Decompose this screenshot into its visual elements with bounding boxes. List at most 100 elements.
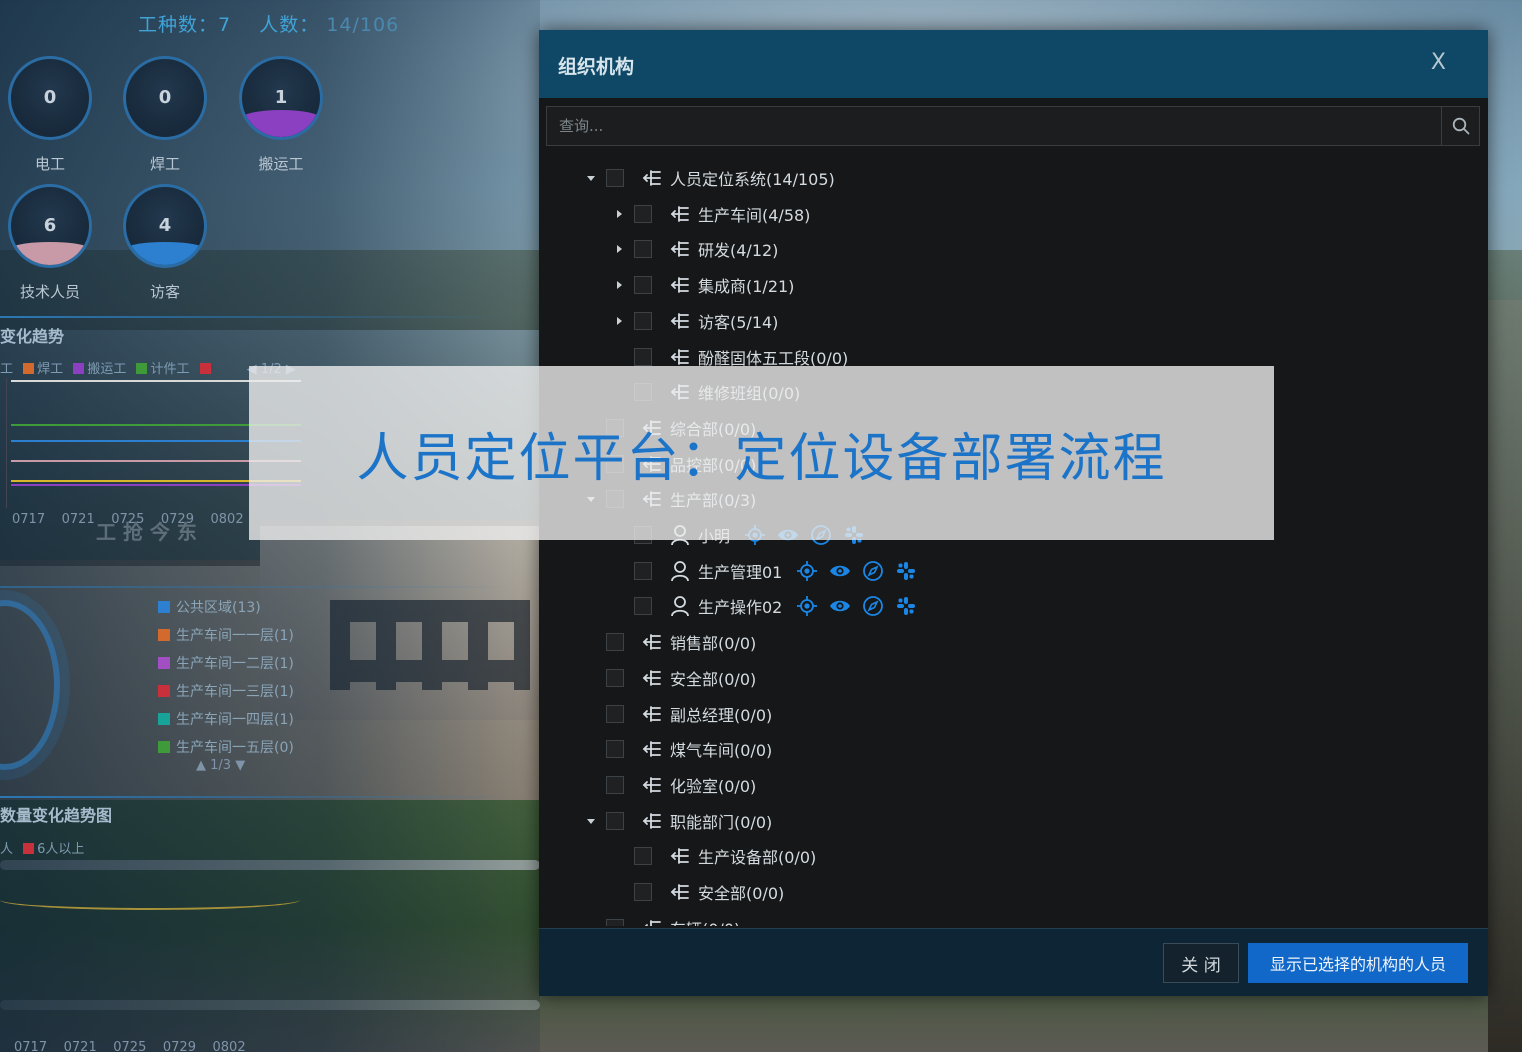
tree-node-label[interactable]: 生产设备部(0/0) [698, 844, 816, 868]
org-icon [670, 311, 690, 331]
tree-user-node[interactable]: 生产管理01 [612, 556, 917, 586]
tree-checkbox[interactable] [634, 204, 652, 223]
tree-checkbox[interactable] [634, 883, 652, 901]
overlay-text: 工 抢 今 东 [96, 520, 197, 544]
close-button[interactable]: 关 闭 [1163, 943, 1239, 983]
org-icon [642, 739, 662, 759]
tree-checkbox[interactable] [634, 276, 652, 295]
gauge: 6 [8, 184, 92, 268]
tree-node-label[interactable]: 职能部门(0/0) [670, 809, 772, 833]
tree-node-label[interactable]: 生产车间(4/58) [698, 202, 810, 226]
locate-icon[interactable] [796, 560, 818, 582]
tree-checkbox[interactable] [606, 740, 624, 759]
tree-checkbox[interactable] [634, 847, 652, 866]
tree-node-label[interactable]: 访客(5/14) [698, 309, 778, 333]
tree-node-label[interactable]: 化验室(0/0) [670, 773, 756, 797]
gauge: 0 [8, 56, 92, 140]
count-trend-title: 数量变化趋势图 [0, 806, 113, 825]
divider [0, 316, 520, 318]
tree-org-node[interactable]: 化验室(0/0) [584, 770, 756, 800]
gauge-value: 0 [43, 87, 57, 108]
eye-icon[interactable] [829, 560, 851, 582]
search-input[interactable] [547, 107, 1442, 145]
dialog-title: 组织机构 [558, 56, 635, 78]
tree-org-node[interactable]: 车辆(0/0) [584, 913, 740, 926]
caret-down-icon[interactable] [584, 814, 598, 828]
legend-label: 公共区域(13) [176, 600, 261, 616]
tree-org-node[interactable]: 集成商(1/21) [612, 270, 794, 300]
tree-node-label[interactable]: 副总经理(0/0) [670, 702, 772, 726]
tree-node-label[interactable]: 安全部(0/0) [698, 880, 784, 904]
tree-org-node[interactable]: 研发(4/12) [612, 234, 778, 264]
area-pager[interactable]: ▲ 1/3 ▼ [196, 758, 245, 773]
tree-org-node[interactable]: 访客(5/14) [612, 306, 778, 336]
tree-org-node[interactable]: 人员定位系统(14/105) [584, 163, 835, 193]
org-tree: 人员定位系统(14/105) 生产车间(4/58) 研发(4/12) 集成商(1/21… [539, 160, 1488, 926]
user-icon [670, 560, 690, 582]
legend-label: 生产车间一五层(0) [176, 740, 294, 756]
legend-item: 6人以上 [37, 842, 85, 857]
tree-org-node[interactable]: 安全部(0/0) [584, 663, 756, 693]
tree-org-node[interactable]: 生产设备部(0/0) [612, 841, 816, 871]
tree-node-label[interactable]: 生产管理01 [698, 559, 782, 583]
tree-node-label[interactable]: 销售部(0/0) [670, 630, 756, 654]
tree-checkbox[interactable] [606, 169, 624, 187]
tree-org-node[interactable]: 煤气车间(0/0) [584, 734, 772, 764]
tree-checkbox[interactable] [634, 597, 652, 616]
tree-node-label[interactable]: 酚醛固体五工段(0/0) [698, 345, 848, 369]
tree-checkbox[interactable] [606, 704, 624, 723]
search-button[interactable] [1441, 107, 1479, 145]
org-icon [642, 811, 662, 831]
tree-node-label[interactable]: 安全部(0/0) [670, 666, 756, 690]
show-selected-members-button[interactable]: 显示已选择的机构的人员 [1248, 943, 1468, 983]
caret-right-icon[interactable] [612, 278, 626, 292]
tree-checkbox[interactable] [634, 561, 652, 580]
caret-right-icon[interactable] [612, 207, 626, 221]
caret-right-icon[interactable] [612, 314, 626, 328]
org-icon [642, 775, 662, 795]
tree-node-label[interactable]: 人员定位系统(14/105) [670, 166, 835, 190]
tree-node-label[interactable]: 生产操作02 [698, 594, 782, 618]
grid-icon[interactable] [895, 595, 917, 617]
eye-icon[interactable] [829, 595, 851, 617]
dialog-footer: 关 闭 显示已选择的机构的人员 [539, 928, 1488, 996]
tree-checkbox[interactable] [606, 775, 624, 794]
caret-right-icon[interactable] [612, 242, 626, 256]
tree-org-node[interactable]: 销售部(0/0) [584, 627, 756, 657]
area-legend: 公共区域(13) 生产车间一一层(1) 生产车间一二层(1) 生产车间一三层(1) 生产… [158, 594, 294, 762]
tree-node-label[interactable]: 煤气车间(0/0) [670, 737, 772, 761]
tree-checkbox[interactable] [634, 240, 652, 259]
caret-spacer [584, 707, 598, 721]
legend-swatch [158, 601, 170, 613]
tree-checkbox[interactable] [634, 347, 652, 366]
caret-down-icon[interactable] [584, 171, 598, 185]
tree-org-node[interactable]: 副总经理(0/0) [584, 699, 772, 729]
gauge-value: 6 [43, 215, 57, 236]
tree-node-label[interactable]: 研发(4/12) [698, 237, 778, 261]
gauge-label: 技术人员 [19, 283, 80, 301]
tree-org-node[interactable]: 安全部(0/0) [612, 877, 784, 907]
tree-checkbox[interactable] [606, 918, 624, 926]
tree-node-label[interactable]: 车辆(0/0) [670, 916, 740, 926]
tree-checkbox[interactable] [606, 668, 624, 687]
tree-checkbox[interactable] [606, 811, 624, 830]
compass-icon[interactable] [862, 560, 884, 582]
legend-item: 焊工 [37, 362, 64, 377]
compass-icon[interactable] [862, 595, 884, 617]
tree-user-node[interactable]: 生产操作02 [612, 591, 917, 621]
gauge-fill [11, 241, 89, 265]
org-icon [642, 918, 662, 926]
tree-org-node[interactable]: 职能部门(0/0) [584, 806, 772, 836]
tree-node-label[interactable]: 集成商(1/21) [698, 273, 794, 297]
locate-icon[interactable] [796, 595, 818, 617]
legend-item: 计件工 [150, 362, 190, 377]
legend-swatch [158, 713, 170, 725]
gauge-label: 访客 [149, 283, 180, 301]
tree-checkbox[interactable] [634, 311, 652, 330]
tree-checkbox[interactable] [606, 633, 624, 652]
tree-org-node[interactable]: 生产车间(4/58) [612, 199, 810, 229]
grid-icon[interactable] [895, 560, 917, 582]
close-icon[interactable]: X [1431, 50, 1446, 75]
area-legend-item: 生产车间一一层(1) [158, 622, 294, 650]
org-icon [670, 275, 690, 295]
